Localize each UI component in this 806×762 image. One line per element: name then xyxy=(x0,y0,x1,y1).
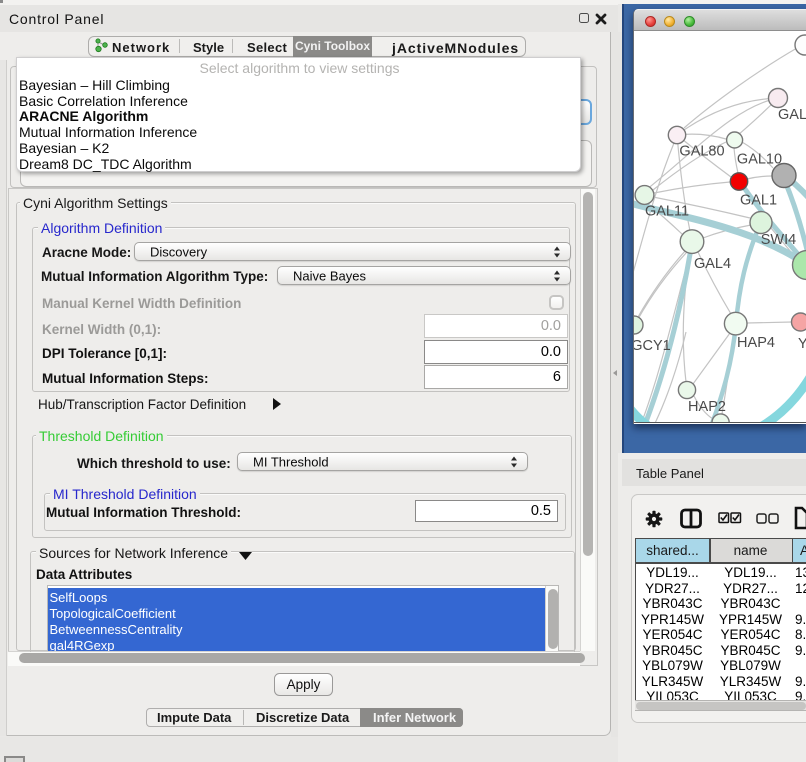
svg-text:GAL80: GAL80 xyxy=(679,144,724,160)
svg-text:GAL1: GAL1 xyxy=(740,193,777,209)
svg-text:GCY1: GCY1 xyxy=(634,338,671,354)
svg-text:GAL10: GAL10 xyxy=(737,152,782,168)
svg-text:GAL2: GAL2 xyxy=(778,107,806,123)
svg-text:HAP4: HAP4 xyxy=(737,335,775,351)
svg-text:YJL2: YJL2 xyxy=(798,336,806,352)
svg-text:GAL11: GAL11 xyxy=(645,204,689,220)
svg-text:SWI4: SWI4 xyxy=(761,232,796,248)
svg-text:GAL4: GAL4 xyxy=(694,256,731,272)
svg-text:HAP2: HAP2 xyxy=(688,399,726,415)
